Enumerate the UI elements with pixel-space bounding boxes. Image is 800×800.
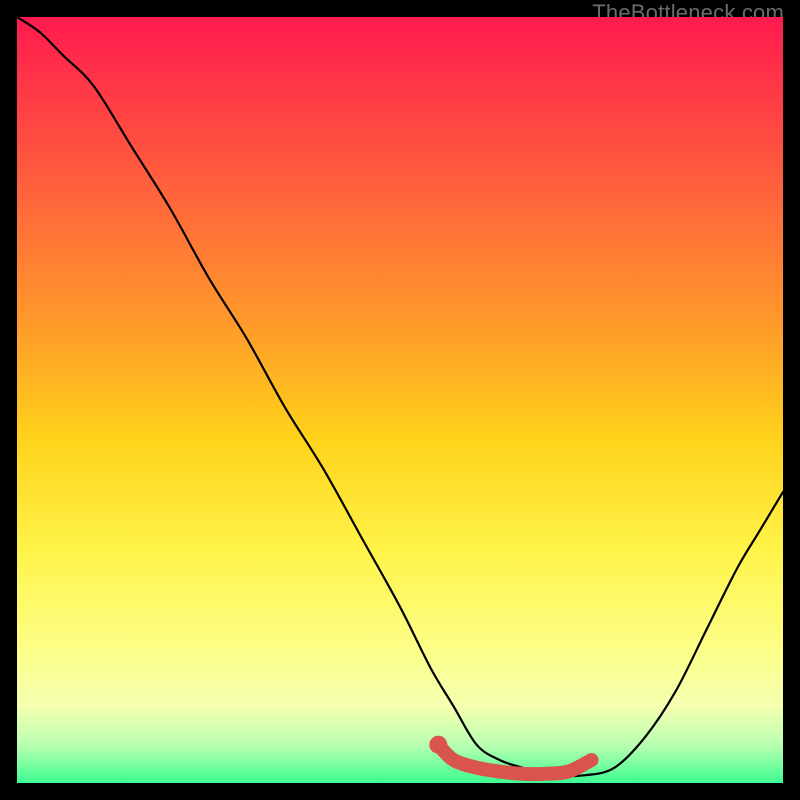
optimal-region-start-dot (429, 736, 447, 754)
optimal-region-marker-path (438, 745, 591, 774)
bottleneck-curve-path (17, 17, 783, 776)
chart-plot-area (17, 17, 783, 783)
chart-svg (17, 17, 783, 783)
stage: TheBottleneck.com (0, 0, 800, 800)
